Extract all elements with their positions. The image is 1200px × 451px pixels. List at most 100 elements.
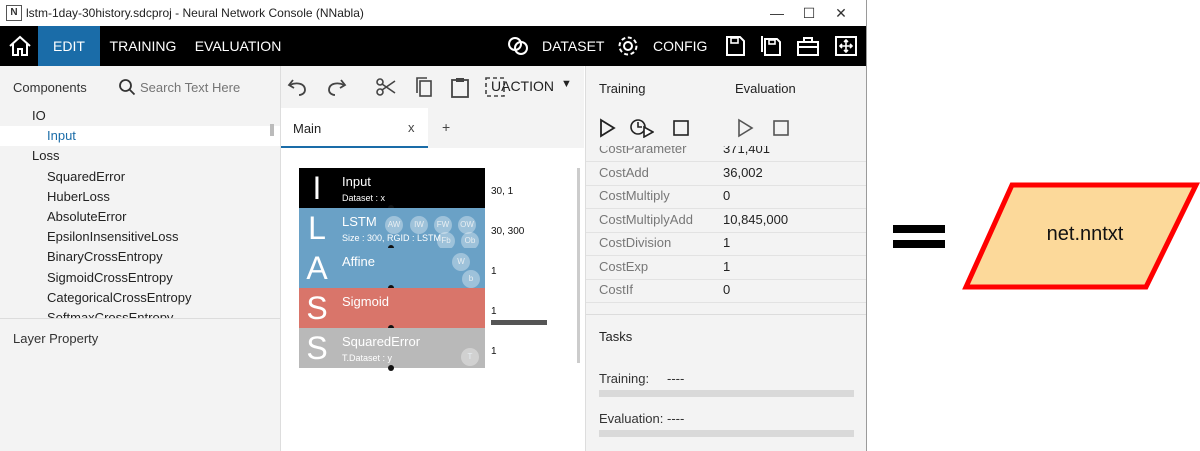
layer-letter: S <box>306 330 328 366</box>
search-input[interactable] <box>140 77 270 97</box>
toolbox-icon[interactable] <box>796 34 820 58</box>
stat-key: CostMultiplyAdd <box>599 211 693 227</box>
stat-value: 0 <box>723 188 731 203</box>
parameter-badge: b <box>462 270 480 288</box>
cut-icon[interactable] <box>375 76 397 98</box>
evaluation-task-label: Evaluation: <box>599 411 664 426</box>
component-tree: IO Input Loss SquaredError HuberLoss Absolute… <box>0 106 280 318</box>
title-bar: N lstm-1day-30history.sdcproj - Neural N… <box>0 0 866 27</box>
window-title: lstm-1day-30history.sdcproj - Neural Net… <box>26 6 364 20</box>
layer-letter: L <box>308 210 326 246</box>
gear-icon[interactable] <box>616 34 640 58</box>
search-icon[interactable] <box>118 78 136 96</box>
stat-value: 36,002 <box>723 164 763 180</box>
center-panel: UACTION ▼ Main x + I Input Dataset : x 30, … <box>281 66 584 451</box>
layer-subtitle: Dataset : x <box>342 193 386 203</box>
layer-block[interactable]: S Sigmoid <box>299 288 485 328</box>
stop-icon[interactable] <box>671 118 691 138</box>
close-icon[interactable]: ✕ <box>825 0 857 26</box>
stat-key: CostAdd <box>599 164 649 180</box>
save-as-icon[interactable] <box>759 34 783 58</box>
redo-icon[interactable] <box>325 76 347 98</box>
tree-item[interactable]: HuberLoss <box>0 187 280 207</box>
layer-name: Affine <box>342 254 376 269</box>
output-size-label: 1 <box>491 306 497 317</box>
network-canvas[interactable]: I Input Dataset : x 30, 1 L LSTM Size : 300, R… <box>281 148 584 451</box>
chevron-down-icon[interactable]: ▼ <box>561 78 572 90</box>
minimize-icon[interactable]: — <box>761 0 793 26</box>
paste-icon[interactable] <box>449 76 471 98</box>
home-icon[interactable] <box>8 35 32 57</box>
layer-name: LSTM <box>342 214 377 229</box>
app-window: N lstm-1day-30history.sdcproj - Neural N… <box>0 0 867 451</box>
layer-letter: A <box>306 250 328 286</box>
play-icon[interactable] <box>597 118 617 138</box>
eval-play-icon[interactable] <box>735 118 755 138</box>
tree-item[interactable]: SoftmaxCrossEntropy <box>0 308 280 318</box>
stat-key: CostDivision <box>599 235 672 250</box>
evaluation-progress-bar <box>599 430 854 437</box>
stat-value: 10,845,000 <box>723 211 789 227</box>
fit-view-icon[interactable] <box>834 34 858 58</box>
equals-sign-bottom <box>893 240 945 248</box>
stat-row: CostDivision 1 <box>586 231 866 256</box>
stat-row: CostMultiplyAdd 10,845,000 <box>586 208 866 233</box>
layer-name: Sigmoid <box>342 294 389 309</box>
stat-row: CostAdd 36,002 <box>586 161 866 186</box>
output-size-label: 1 <box>491 346 497 357</box>
layer-block[interactable]: S SquaredError T.Dataset : y T <box>299 328 485 368</box>
output-size-label: 30, 300 <box>491 226 525 237</box>
tree-item[interactable]: BinaryCrossEntropy <box>0 247 280 267</box>
size-bar <box>491 320 547 325</box>
dataset-button[interactable]: DATASET <box>542 26 605 66</box>
parameter-badge: W <box>452 253 470 271</box>
dataset-icon[interactable] <box>506 34 530 58</box>
training-title: Training <box>599 81 646 96</box>
tree-item[interactable]: IO <box>0 106 280 126</box>
eval-stop-icon[interactable] <box>771 118 791 138</box>
tab-edit[interactable]: EDIT <box>38 26 100 66</box>
config-button[interactable]: CONFIG <box>653 26 707 66</box>
maximize-icon[interactable]: ☐ <box>793 0 825 26</box>
stat-key: CostParameter <box>599 146 687 156</box>
layer-property-title: Layer Property <box>13 331 99 346</box>
tab-add-button[interactable]: + <box>442 119 450 135</box>
parameter-badge: IW <box>410 216 428 234</box>
connector-dot[interactable] <box>388 365 394 371</box>
layer-block[interactable]: A Affine Wb <box>299 248 485 288</box>
layer-subtitle: T.Dataset : y <box>342 353 393 363</box>
save-icon[interactable] <box>723 34 747 58</box>
scheduled-play-icon[interactable] <box>630 118 654 138</box>
tab-close-icon[interactable]: x <box>408 120 415 135</box>
layer-letter: I <box>312 170 322 206</box>
tab-training[interactable]: TRAINING <box>100 26 186 66</box>
tree-item[interactable]: SigmoidCrossEntropy <box>0 268 280 288</box>
copy-icon[interactable] <box>413 76 435 98</box>
layer-block[interactable]: L LSTM Size : 300, RGID : LSTM AW IW FW OW Fb Ob <box>299 208 485 250</box>
components-title: Components <box>13 80 87 95</box>
tree-item[interactable]: CategoricalCrossEntropy <box>0 288 280 308</box>
tree-item[interactable]: AbsoluteError <box>0 207 280 227</box>
action-menu-label[interactable]: UACTION <box>491 78 554 94</box>
canvas-scrollbar[interactable] <box>577 168 580 363</box>
equals-sign-top <box>893 225 945 233</box>
menu-bar: EDIT TRAINING EVALUATION DATASET CONFIG <box>0 26 866 66</box>
layer-block[interactable]: I Input Dataset : x <box>299 168 485 208</box>
output-size-label: 30, 1 <box>491 186 514 197</box>
undo-icon[interactable] <box>287 76 309 98</box>
tree-item[interactable]: SquaredError <box>0 167 280 187</box>
stat-row: CostExp 1 <box>586 255 866 280</box>
tree-scrollbar[interactable] <box>270 124 274 136</box>
app-icon: N <box>6 5 22 21</box>
tab-main[interactable]: Main x <box>281 108 428 148</box>
layer-name: Input <box>342 174 371 189</box>
tree-item[interactable]: EpsilonInsensitiveLoss <box>0 227 280 247</box>
evaluation-task-status: ---- <box>667 411 685 426</box>
tab-evaluation[interactable]: EVALUATION <box>190 26 286 66</box>
parameter-badge: AW <box>385 216 403 234</box>
tab-main-label: Main <box>293 121 322 136</box>
edit-toolbar: UACTION ▼ <box>281 66 584 108</box>
tree-item[interactable]: Input <box>0 126 280 147</box>
tree-item[interactable]: Loss <box>0 146 280 166</box>
stat-row: CostMultiply 0 <box>586 184 866 209</box>
